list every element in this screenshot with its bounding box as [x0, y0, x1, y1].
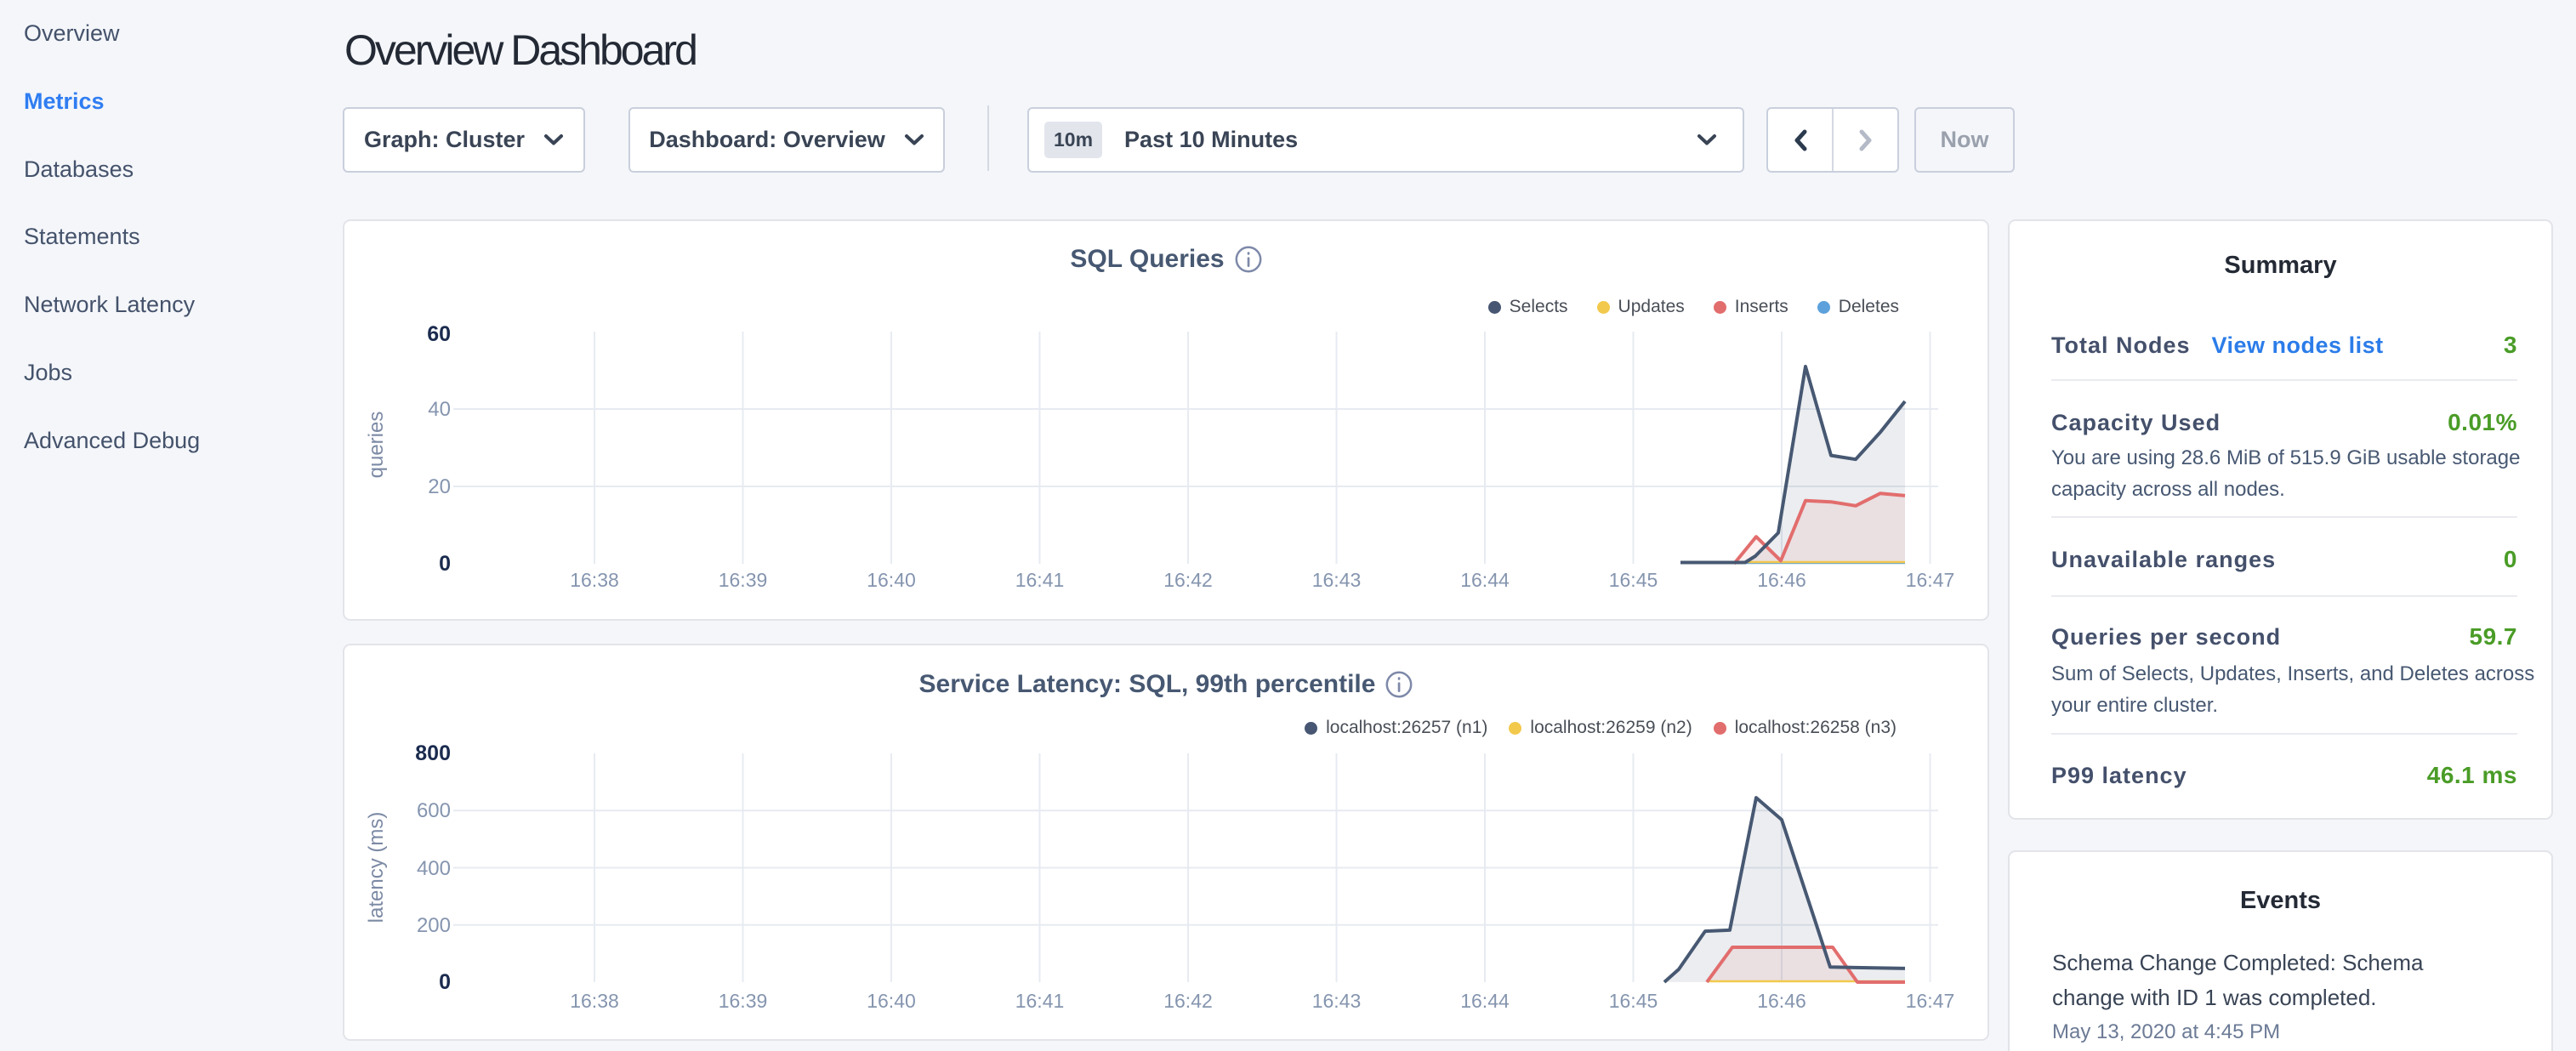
svg-text:16:38: 16:38	[570, 990, 619, 1012]
svg-text:16:45: 16:45	[1609, 569, 1658, 591]
svg-text:16:41: 16:41	[1015, 990, 1065, 1012]
svg-text:40: 40	[428, 398, 451, 421]
svg-text:0: 0	[439, 970, 451, 994]
svg-text:16:41: 16:41	[1015, 569, 1065, 591]
svg-text:16:46: 16:46	[1757, 569, 1806, 591]
svg-text:latency (ms): latency (ms)	[365, 812, 388, 923]
svg-text:600: 600	[417, 799, 451, 822]
svg-text:16:42: 16:42	[1163, 990, 1213, 1012]
svg-text:queries: queries	[365, 412, 388, 479]
svg-text:400: 400	[417, 857, 451, 880]
svg-text:16:43: 16:43	[1312, 569, 1362, 591]
svg-text:16:44: 16:44	[1460, 990, 1510, 1012]
svg-text:16:40: 16:40	[867, 990, 916, 1012]
svg-text:16:42: 16:42	[1163, 569, 1213, 591]
svg-text:0: 0	[439, 552, 451, 576]
svg-text:16:38: 16:38	[570, 569, 619, 591]
svg-text:800: 800	[415, 741, 451, 765]
svg-text:60: 60	[427, 322, 451, 346]
svg-text:200: 200	[417, 914, 451, 937]
svg-text:16:43: 16:43	[1312, 990, 1362, 1012]
svg-text:16:44: 16:44	[1460, 569, 1510, 591]
svg-text:16:46: 16:46	[1757, 990, 1806, 1012]
svg-text:16:40: 16:40	[867, 569, 916, 591]
svg-text:20: 20	[428, 475, 451, 498]
svg-text:16:39: 16:39	[719, 569, 768, 591]
svg-text:16:47: 16:47	[1906, 990, 1955, 1012]
svg-text:16:39: 16:39	[719, 990, 768, 1012]
svg-text:16:45: 16:45	[1609, 990, 1658, 1012]
svg-text:16:47: 16:47	[1906, 569, 1955, 591]
